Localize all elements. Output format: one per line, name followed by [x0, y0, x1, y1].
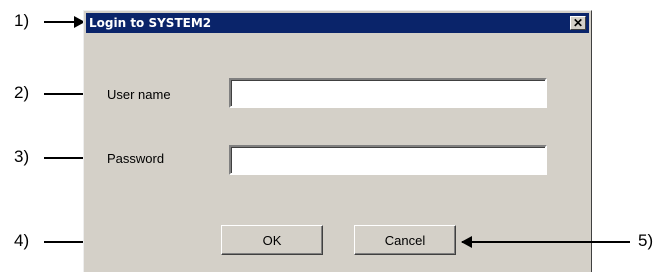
- close-button[interactable]: ✕: [570, 16, 586, 30]
- login-dialog: Login to SYSTEM2 ✕ User name Password OK…: [83, 10, 592, 272]
- callout-5-arrow: [461, 236, 630, 248]
- callout-5: 5): [638, 231, 654, 250]
- callout-3: 3): [14, 147, 30, 166]
- callout-1-arrow: [44, 16, 85, 28]
- title-bar[interactable]: Login to SYSTEM2 ✕: [86, 13, 589, 33]
- ok-button[interactable]: OK: [221, 225, 323, 255]
- username-input[interactable]: [229, 78, 547, 108]
- callout-1: 1): [14, 11, 30, 30]
- password-label: Password: [107, 151, 165, 166]
- close-icon: ✕: [572, 16, 584, 30]
- callout-4: 4): [14, 231, 30, 250]
- dialog-title: Login to SYSTEM2: [89, 16, 212, 30]
- callout-2: 2): [14, 83, 30, 102]
- password-input[interactable]: [229, 145, 547, 175]
- username-label: User name: [107, 87, 171, 102]
- cancel-button[interactable]: Cancel: [354, 225, 456, 255]
